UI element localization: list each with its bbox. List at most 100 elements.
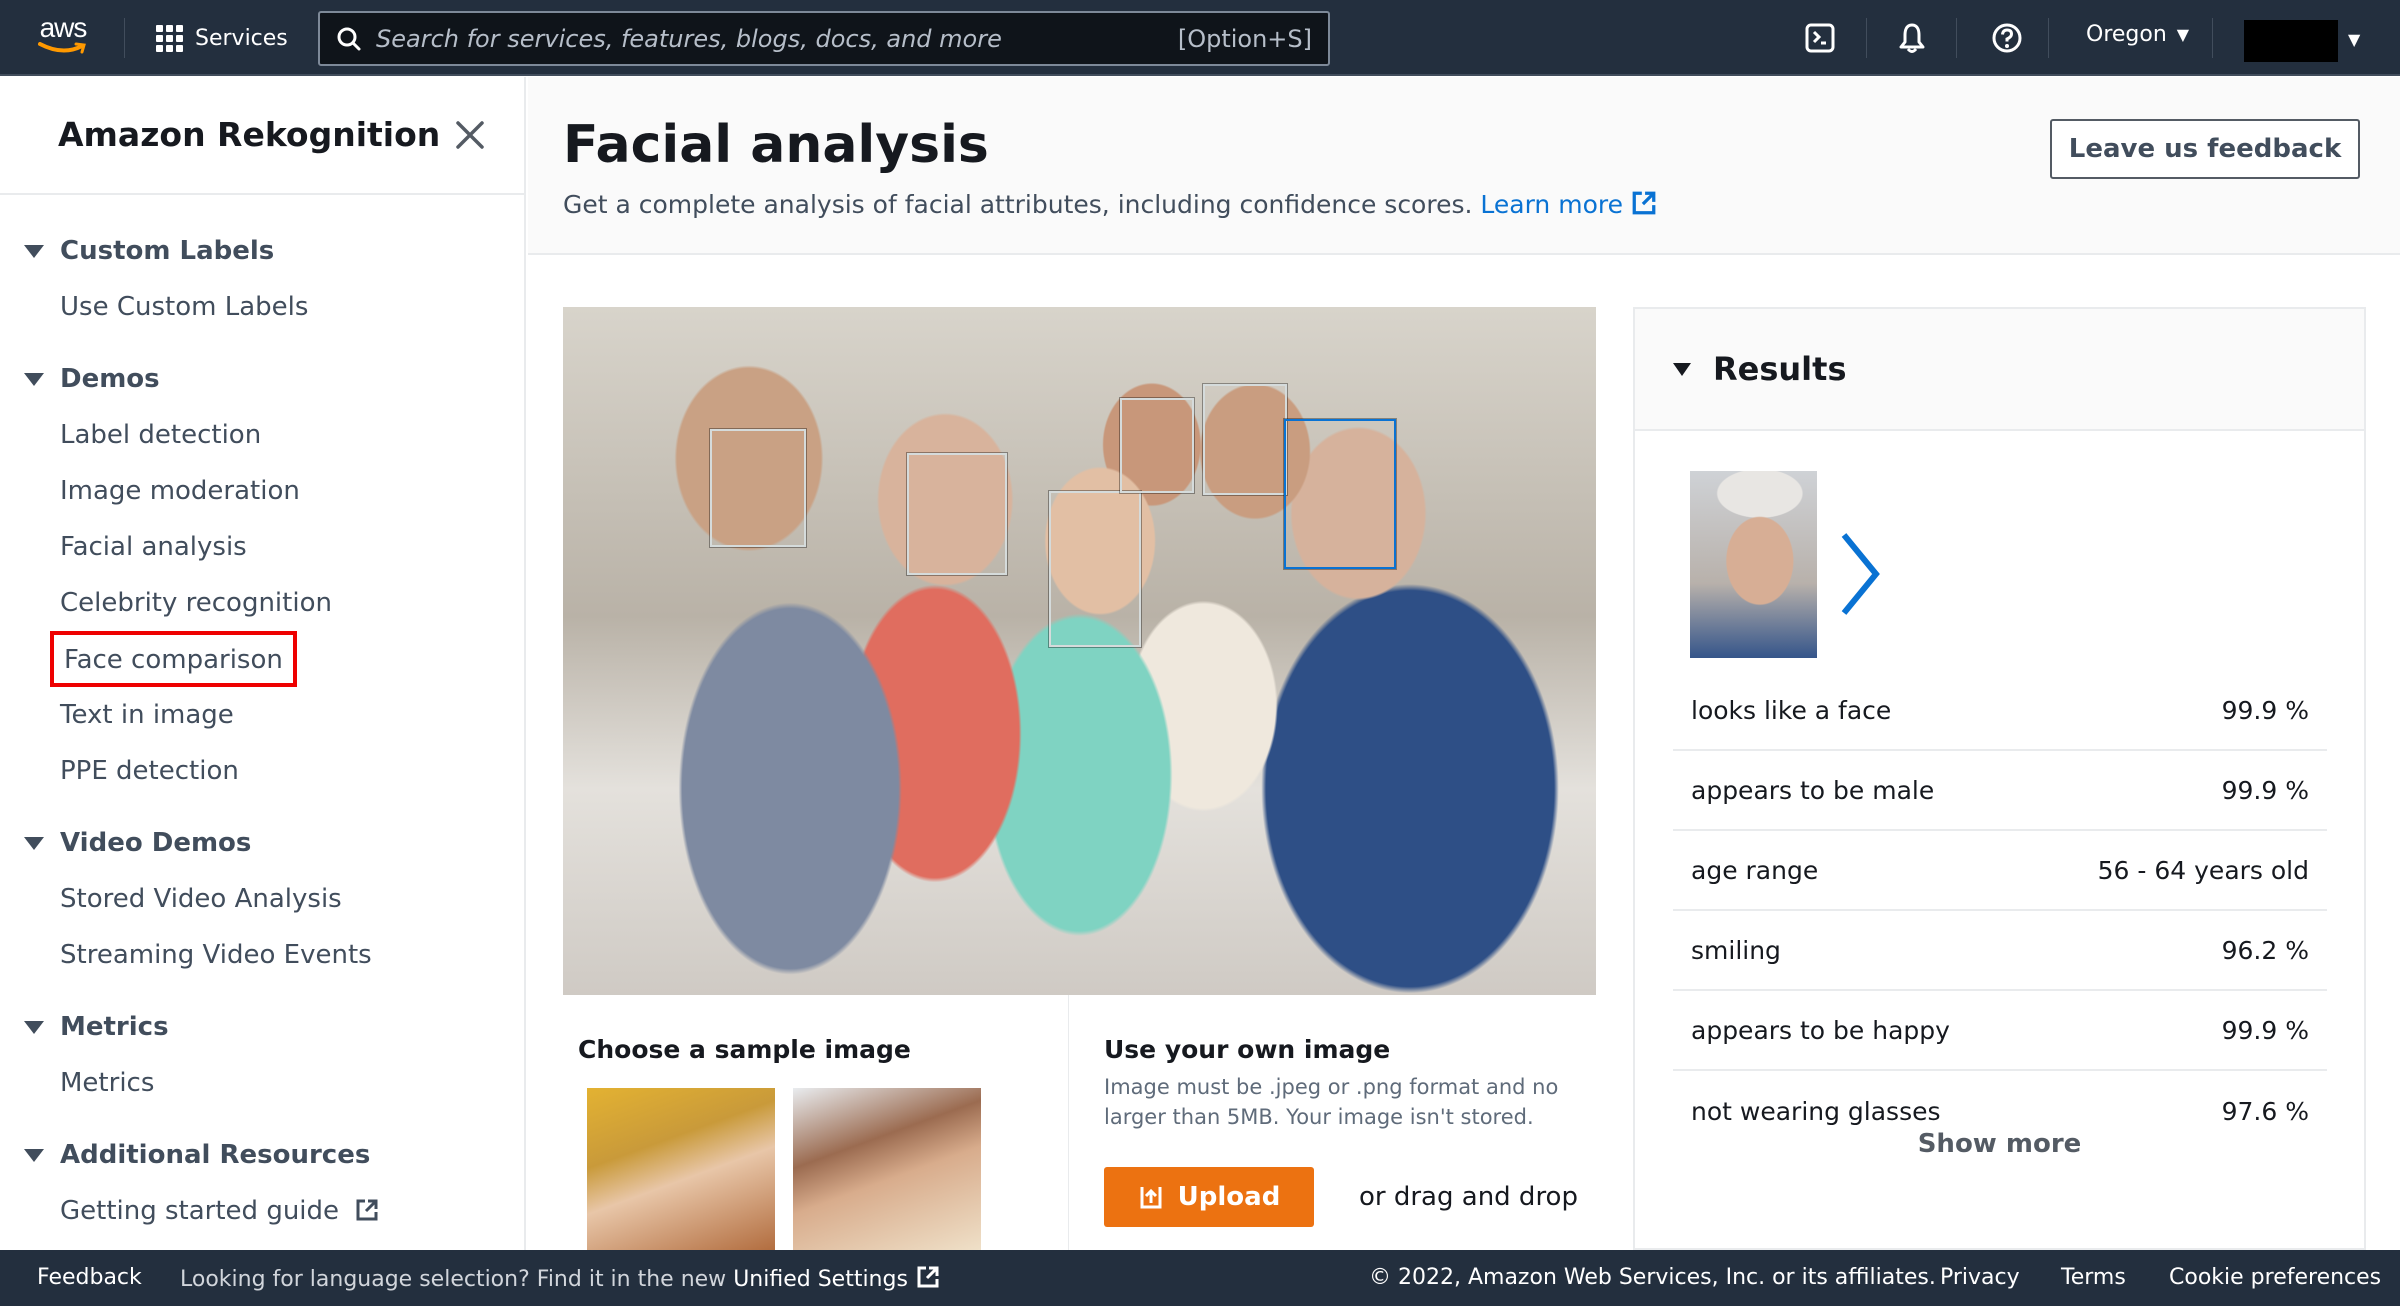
external-link-icon	[917, 1266, 939, 1288]
sidebar-item-ppe-detection[interactable]: PPE detection	[60, 743, 524, 799]
nav-divider	[124, 18, 125, 58]
sidebar-item-face-comparison[interactable]: Face comparison	[50, 631, 297, 687]
page-description: Get a complete analysis of facial attrib…	[563, 190, 1657, 219]
section-label: Video Demos	[60, 828, 252, 858]
attribute-value: 99.9 %	[2221, 1015, 2309, 1045]
caret-down-icon	[24, 1020, 44, 1034]
attribute-label: smiling	[1691, 935, 1781, 965]
sidebar-section-toggle[interactable]: Additional Resources	[24, 1135, 524, 1175]
language-notice-text: Looking for language selection? Find it …	[180, 1267, 727, 1292]
sidebar-section-toggle[interactable]: Demos	[24, 359, 524, 399]
chevron-right-icon[interactable]	[1830, 529, 1890, 619]
footer-feedback-link[interactable]: Feedback	[37, 1265, 142, 1290]
attribute-value: 56 - 64 years old	[2097, 855, 2309, 885]
sample-images-section: Choose a sample image	[563, 995, 1069, 1250]
link-label: Getting started guide	[60, 1196, 340, 1226]
caret-down-icon	[24, 372, 44, 386]
unified-settings-link[interactable]: Unified Settings	[733, 1266, 940, 1292]
attribute-label: looks like a face	[1691, 695, 1892, 725]
language-notice: Looking for language selection? Find it …	[180, 1265, 940, 1292]
services-menu-button[interactable]: Services	[156, 22, 288, 54]
sidebar-section-toggle[interactable]: Video Demos	[24, 823, 524, 863]
learn-more-label: Learn more	[1480, 190, 1623, 219]
face-bounding-box[interactable]	[1049, 491, 1141, 647]
caret-down-icon	[24, 836, 44, 850]
sidebar-item-metrics[interactable]: Metrics	[60, 1055, 524, 1111]
attribute-label: appears to be male	[1691, 775, 1935, 805]
section-label: Metrics	[60, 1012, 169, 1042]
sidebar-item-use-custom-labels[interactable]: Use Custom Labels	[60, 279, 524, 335]
services-label: Services	[195, 25, 288, 51]
selected-face-bounding-box[interactable]	[1284, 419, 1396, 569]
cloudshell-button[interactable]	[1802, 20, 1838, 56]
close-icon[interactable]	[452, 117, 488, 153]
attribute-value: 99.9 %	[2221, 775, 2309, 805]
face-bounding-box[interactable]	[907, 453, 1007, 575]
cloudshell-icon	[1805, 23, 1835, 53]
sidebar-section-metrics: Metrics Metrics	[24, 1007, 524, 1111]
sidebar-item-image-moderation[interactable]: Image moderation	[60, 463, 524, 519]
learn-more-link[interactable]: Learn more	[1480, 190, 1657, 219]
nav-divider	[2048, 18, 2049, 58]
upload-title: Use your own image	[1104, 1035, 1391, 1064]
upload-label: Upload	[1177, 1182, 1281, 1212]
sidebar-section-video-demos: Video Demos Stored Video Analysis Stream…	[24, 823, 524, 983]
region-selector[interactable]: Oregon ▼	[2086, 22, 2189, 47]
sample-thumbnail-woman-sunglasses[interactable]	[587, 1088, 775, 1250]
external-link-icon	[356, 1199, 378, 1221]
sidebar-title[interactable]: Amazon Rekognition	[58, 115, 440, 154]
caret-down-icon	[24, 1148, 44, 1162]
sidebar-header: Amazon Rekognition	[0, 77, 524, 195]
results-toggle[interactable]: Results	[1635, 309, 2364, 431]
sidebar-section-additional-resources: Additional Resources Getting started gui…	[24, 1135, 524, 1239]
account-menu-redacted[interactable]	[2244, 20, 2338, 62]
sidebar-section-custom-labels: Custom Labels Use Custom Labels	[24, 231, 524, 335]
selected-face-thumbnail	[1690, 471, 1817, 658]
sidebar-item-streaming-video-events[interactable]: Streaming Video Events	[60, 927, 524, 983]
sidebar-item-getting-started-guide[interactable]: Getting started guide	[60, 1183, 524, 1239]
external-link-icon	[1632, 191, 1656, 215]
privacy-link[interactable]: Privacy	[1940, 1265, 2020, 1290]
face-bounding-box[interactable]	[1203, 384, 1287, 495]
sidebar-section-toggle[interactable]: Metrics	[24, 1007, 524, 1047]
help-icon	[1992, 23, 2022, 53]
sidebar-item-label-detection[interactable]: Label detection	[60, 407, 524, 463]
face-bounding-box[interactable]	[1120, 398, 1194, 493]
attribute-label: appears to be happy	[1691, 1015, 1950, 1045]
drag-drop-hint: or drag and drop	[1359, 1182, 1578, 1212]
search-bar[interactable]: [Option+S]	[318, 11, 1330, 66]
sidebar-item-stored-video-analysis[interactable]: Stored Video Analysis	[60, 871, 524, 927]
face-bounding-box[interactable]	[710, 429, 806, 547]
sample-images-title: Choose a sample image	[578, 1035, 911, 1064]
sample-thumbnail-family[interactable]	[793, 1088, 981, 1250]
side-navigation: Amazon Rekognition Custom Labels Use Cus…	[0, 77, 526, 1250]
caret-down-icon	[1673, 362, 1691, 376]
leave-feedback-button[interactable]: Leave us feedback	[2050, 119, 2360, 179]
attribute-row: looks like a face 99.9 %	[1673, 671, 2327, 751]
cookie-preferences-link[interactable]: Cookie preferences	[2169, 1265, 2381, 1290]
sidebar-item-text-in-image[interactable]: Text in image	[60, 687, 524, 743]
help-button[interactable]	[1989, 20, 2025, 56]
attribute-row: appears to be male 99.9 %	[1673, 751, 2327, 831]
attribute-label: not wearing glasses	[1691, 1096, 1941, 1126]
page-title: Facial analysis	[563, 115, 989, 175]
sidebar-item-celebrity-recognition[interactable]: Celebrity recognition	[60, 575, 524, 631]
upload-button[interactable]: Upload	[1104, 1167, 1314, 1227]
results-panel: Results looks like a face 99.9 % appears …	[1633, 307, 2366, 1250]
show-more-button[interactable]: Show more	[1635, 1129, 2364, 1159]
attribute-value: 99.9 %	[2221, 695, 2309, 725]
sidebar-section-toggle[interactable]: Custom Labels	[24, 231, 524, 271]
search-input[interactable]	[362, 24, 1178, 53]
section-label: Custom Labels	[60, 236, 275, 266]
notifications-button[interactable]	[1894, 20, 1930, 56]
terms-link[interactable]: Terms	[2061, 1265, 2126, 1290]
description-text: Get a complete analysis of facial attrib…	[563, 190, 1473, 219]
caret-down-icon: ▼	[2176, 25, 2190, 44]
section-label: Demos	[60, 364, 160, 394]
nav-divider	[1866, 18, 1867, 58]
aws-logo[interactable]: aws	[32, 14, 94, 58]
sidebar-item-facial-analysis[interactable]: Facial analysis	[60, 519, 524, 575]
attribute-row: appears to be happy 99.9 %	[1673, 991, 2327, 1071]
caret-down-icon[interactable]: ▼	[2348, 30, 2360, 49]
console-footer: Feedback Looking for language selection?…	[0, 1250, 2400, 1306]
